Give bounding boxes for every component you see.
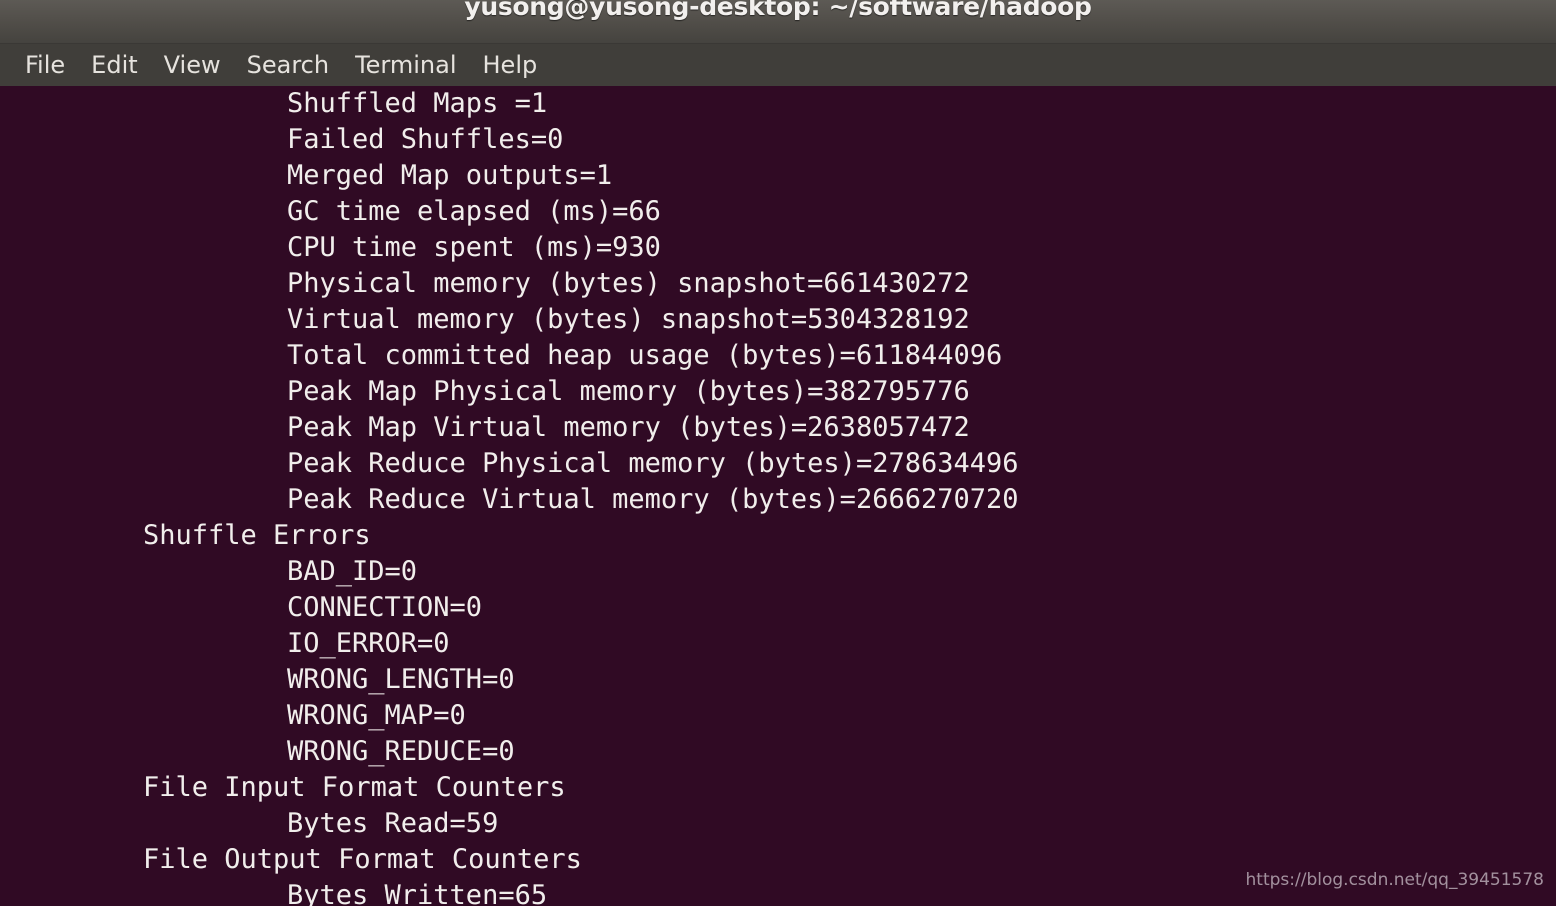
terminal-line: WRONG_MAP=0 bbox=[287, 700, 466, 731]
terminal-line: CPU time spent (ms)=930 bbox=[287, 232, 661, 263]
terminal-line: BAD_ID=0 bbox=[287, 556, 418, 587]
terminal-line: Bytes Read=59 bbox=[287, 808, 499, 839]
terminal-line: File Output Format Counters bbox=[143, 844, 582, 875]
terminal-line: Physical memory (bytes) snapshot=6614302… bbox=[287, 268, 970, 299]
menu-item-view[interactable]: View bbox=[151, 44, 234, 86]
menu-item-terminal[interactable]: Terminal bbox=[342, 44, 469, 86]
terminal-line: Bytes Written=65 bbox=[287, 880, 548, 906]
terminal-line: WRONG_REDUCE=0 bbox=[287, 736, 515, 767]
window-title: yusong@yusong-desktop: ~/software/hadoop bbox=[464, 0, 1092, 21]
terminal-line: Virtual memory (bytes) snapshot=53043281… bbox=[287, 304, 970, 335]
terminal-line: Failed Shuffles=0 bbox=[287, 124, 564, 155]
menu-item-file[interactable]: File bbox=[12, 44, 78, 86]
terminal-line: Peak Reduce Virtual memory (bytes)=26662… bbox=[287, 484, 1019, 515]
terminal-line-list: Shuffled Maps =1 Failed Shuffles=0 Merged … bbox=[0, 86, 1019, 906]
terminal-line: Merged Map outputs=1 bbox=[287, 160, 613, 191]
terminal-line: Total committed heap usage (bytes)=61184… bbox=[287, 340, 1003, 371]
menu-item-search[interactable]: Search bbox=[234, 44, 342, 86]
menu-item-edit[interactable]: Edit bbox=[78, 44, 150, 86]
terminal-window: yusong@yusong-desktop: ~/software/hadoop… bbox=[0, 0, 1556, 906]
terminal-line: IO_ERROR=0 bbox=[287, 628, 450, 659]
terminal-line: WRONG_LENGTH=0 bbox=[287, 664, 515, 695]
terminal-line: Peak Map Virtual memory (bytes)=26380574… bbox=[287, 412, 970, 443]
menu-item-help[interactable]: Help bbox=[470, 44, 551, 86]
terminal-line: GC time elapsed (ms)=66 bbox=[287, 196, 661, 227]
menu-item-list: File Edit View Search Terminal Help bbox=[12, 44, 550, 86]
window-titlebar[interactable]: yusong@yusong-desktop: ~/software/hadoop bbox=[0, 0, 1556, 44]
terminal-output-area[interactable]: Shuffled Maps =1 Failed Shuffles=0 Merged … bbox=[0, 86, 1556, 906]
terminal-line: Peak Reduce Physical memory (bytes)=2786… bbox=[287, 448, 1019, 479]
terminal-line: Shuffle Errors bbox=[143, 520, 371, 551]
menu-bar: File Edit View Search Terminal Help bbox=[0, 44, 1556, 86]
terminal-line: Shuffled Maps =1 bbox=[287, 88, 548, 119]
terminal-line: Peak Map Physical memory (bytes)=3827957… bbox=[287, 376, 970, 407]
terminal-line: CONNECTION=0 bbox=[287, 592, 483, 623]
terminal-line: File Input Format Counters bbox=[143, 772, 566, 803]
